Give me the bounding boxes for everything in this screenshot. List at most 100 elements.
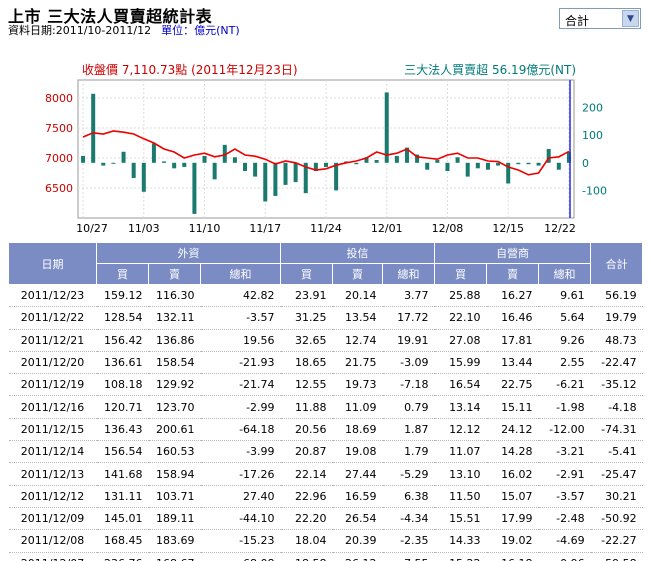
net-buy-bar — [324, 162, 328, 167]
right-tick-label: 0 — [582, 157, 589, 170]
row-value: 141.68 — [96, 462, 149, 486]
row-value: 168.67 — [148, 552, 201, 561]
row-value: 103.71 — [148, 485, 201, 508]
row-value: 68.08 — [200, 552, 281, 561]
table-row: 2011/12/12 131.11 103.71 27.40 22.96 16.59 6.3… — [8, 485, 643, 508]
row-value: 19.02 — [486, 529, 539, 553]
row-value: 42.82 — [200, 284, 281, 308]
row-value: 116.30 — [148, 284, 201, 308]
row-value: 59.58 — [590, 552, 643, 561]
row-value: -35.12 — [590, 373, 643, 397]
table-row: 2011/12/14 156.54 160.53 -3.99 20.87 19.08 1.7… — [8, 440, 643, 464]
row-value: 132.11 — [148, 306, 201, 330]
row-date: 2011/12/08 — [8, 529, 97, 553]
chevron-down-icon[interactable]: ▼ — [622, 10, 639, 27]
row-value: -17.26 — [200, 462, 281, 486]
net-buy-bar — [81, 155, 86, 163]
row-value: 17.99 — [486, 507, 539, 531]
institutional-table: 日期 外資 投信 自營商 合計 買賣總和買賣總和買賣總和 2011/12/23 1… — [8, 242, 644, 561]
net-buy-bar — [425, 162, 430, 170]
right-tick-label: 200 — [582, 102, 603, 115]
row-value: 11.88 — [280, 395, 333, 419]
row-value: 15.51 — [434, 507, 487, 531]
row-value: -5.41 — [590, 440, 643, 464]
row-value: 128.54 — [96, 306, 149, 330]
row-value: 22.10 — [434, 306, 487, 330]
net-buy-bar — [131, 162, 136, 178]
row-value: -1.98 — [538, 395, 591, 419]
row-value: -22.47 — [590, 351, 643, 375]
row-value: 5.64 — [538, 306, 591, 330]
x-tick-label: 11/17 — [249, 222, 281, 235]
row-value: 12.74 — [332, 329, 383, 352]
x-tick-label: 12/15 — [492, 222, 524, 235]
row-value: 19.91 — [382, 329, 435, 352]
row-value: -21.93 — [200, 351, 281, 375]
row-value: -25.47 — [590, 462, 643, 486]
row-value: 156.54 — [96, 440, 149, 464]
net-buy-bar — [111, 162, 116, 164]
row-value: -5.29 — [382, 462, 435, 486]
date-range: 資料日期:2011/10-2011/12 — [8, 24, 152, 37]
sub-header: 買 — [434, 263, 488, 285]
row-value: -7.55 — [382, 552, 435, 561]
net-buy-bar — [121, 151, 126, 163]
right-tick-label: 100 — [582, 129, 603, 142]
row-date: 2011/12/12 — [8, 485, 97, 508]
row-value: -4.34 — [382, 507, 435, 531]
table-row: 2011/12/07236.76168.6768.0818.5826.12-7.… — [8, 552, 643, 561]
row-value: 158.94 — [148, 462, 201, 486]
row-value: -74.31 — [590, 418, 643, 442]
net-buy-bar — [162, 161, 167, 163]
row-value: 200.61 — [148, 418, 201, 442]
net-buy-label: 三大法人買賣超 56.19億元(NT) — [404, 62, 576, 77]
row-value: 19.79 — [590, 306, 643, 330]
row-value: 15.22 — [434, 552, 487, 561]
row-value: 131.11 — [96, 485, 149, 508]
row-value: 136.61 — [96, 351, 149, 375]
row-value: 56.19 — [590, 284, 643, 308]
select-value: 合計 — [565, 14, 590, 28]
row-value: -4.18 — [590, 395, 643, 419]
table-row: 2011/12/20 136.61 158.54 -21.93 18.65 21.75 -3… — [8, 351, 643, 375]
x-tick-label: 11/24 — [310, 222, 342, 235]
row-value: 17.81 — [486, 329, 539, 352]
row-value: 1.79 — [382, 440, 435, 464]
net-buy-bar — [526, 162, 531, 165]
net-buy-bar — [263, 162, 268, 202]
net-buy-bar — [212, 162, 217, 180]
net-buy-bar — [91, 93, 96, 163]
net-buy-bar — [516, 162, 521, 165]
net-buy-bar — [101, 162, 106, 166]
row-value: 16.27 — [486, 284, 539, 308]
row-value: -50.92 — [590, 507, 643, 531]
row-value: 158.54 — [148, 351, 201, 375]
net-buy-bar — [435, 160, 440, 163]
row-value: 16.18 — [486, 552, 539, 561]
row-value: -3.99 — [200, 440, 281, 464]
net-buy-bar — [232, 157, 237, 163]
summary-type-select[interactable]: 合計 ▼ — [559, 8, 641, 29]
row-value: 145.01 — [96, 507, 149, 531]
row-value: 30.21 — [590, 485, 643, 508]
row-value: 236.76 — [96, 552, 149, 561]
row-value: 168.45 — [96, 529, 149, 553]
row-value: 16.54 — [434, 373, 487, 397]
row-value: 31.25 — [280, 306, 333, 330]
row-value: 13.44 — [486, 351, 539, 375]
row-value: 11.50 — [434, 485, 487, 508]
row-value: 136.43 — [96, 418, 149, 442]
row-value: 9.26 — [538, 329, 591, 352]
row-value: 11.09 — [332, 395, 383, 419]
row-value: 22.14 — [280, 462, 333, 486]
x-tick-label: 12/01 — [371, 222, 403, 235]
row-value: 14.28 — [486, 440, 539, 464]
net-buy-bar — [293, 162, 298, 183]
row-value: -0.96 — [538, 552, 591, 561]
row-value: -2.99 — [200, 395, 281, 419]
row-value: 18.04 — [280, 529, 333, 553]
sub-header: 賣 — [332, 263, 384, 285]
right-tick-label: -100 — [582, 184, 607, 197]
row-value: 123.70 — [148, 395, 201, 419]
row-value: 15.11 — [486, 395, 539, 419]
